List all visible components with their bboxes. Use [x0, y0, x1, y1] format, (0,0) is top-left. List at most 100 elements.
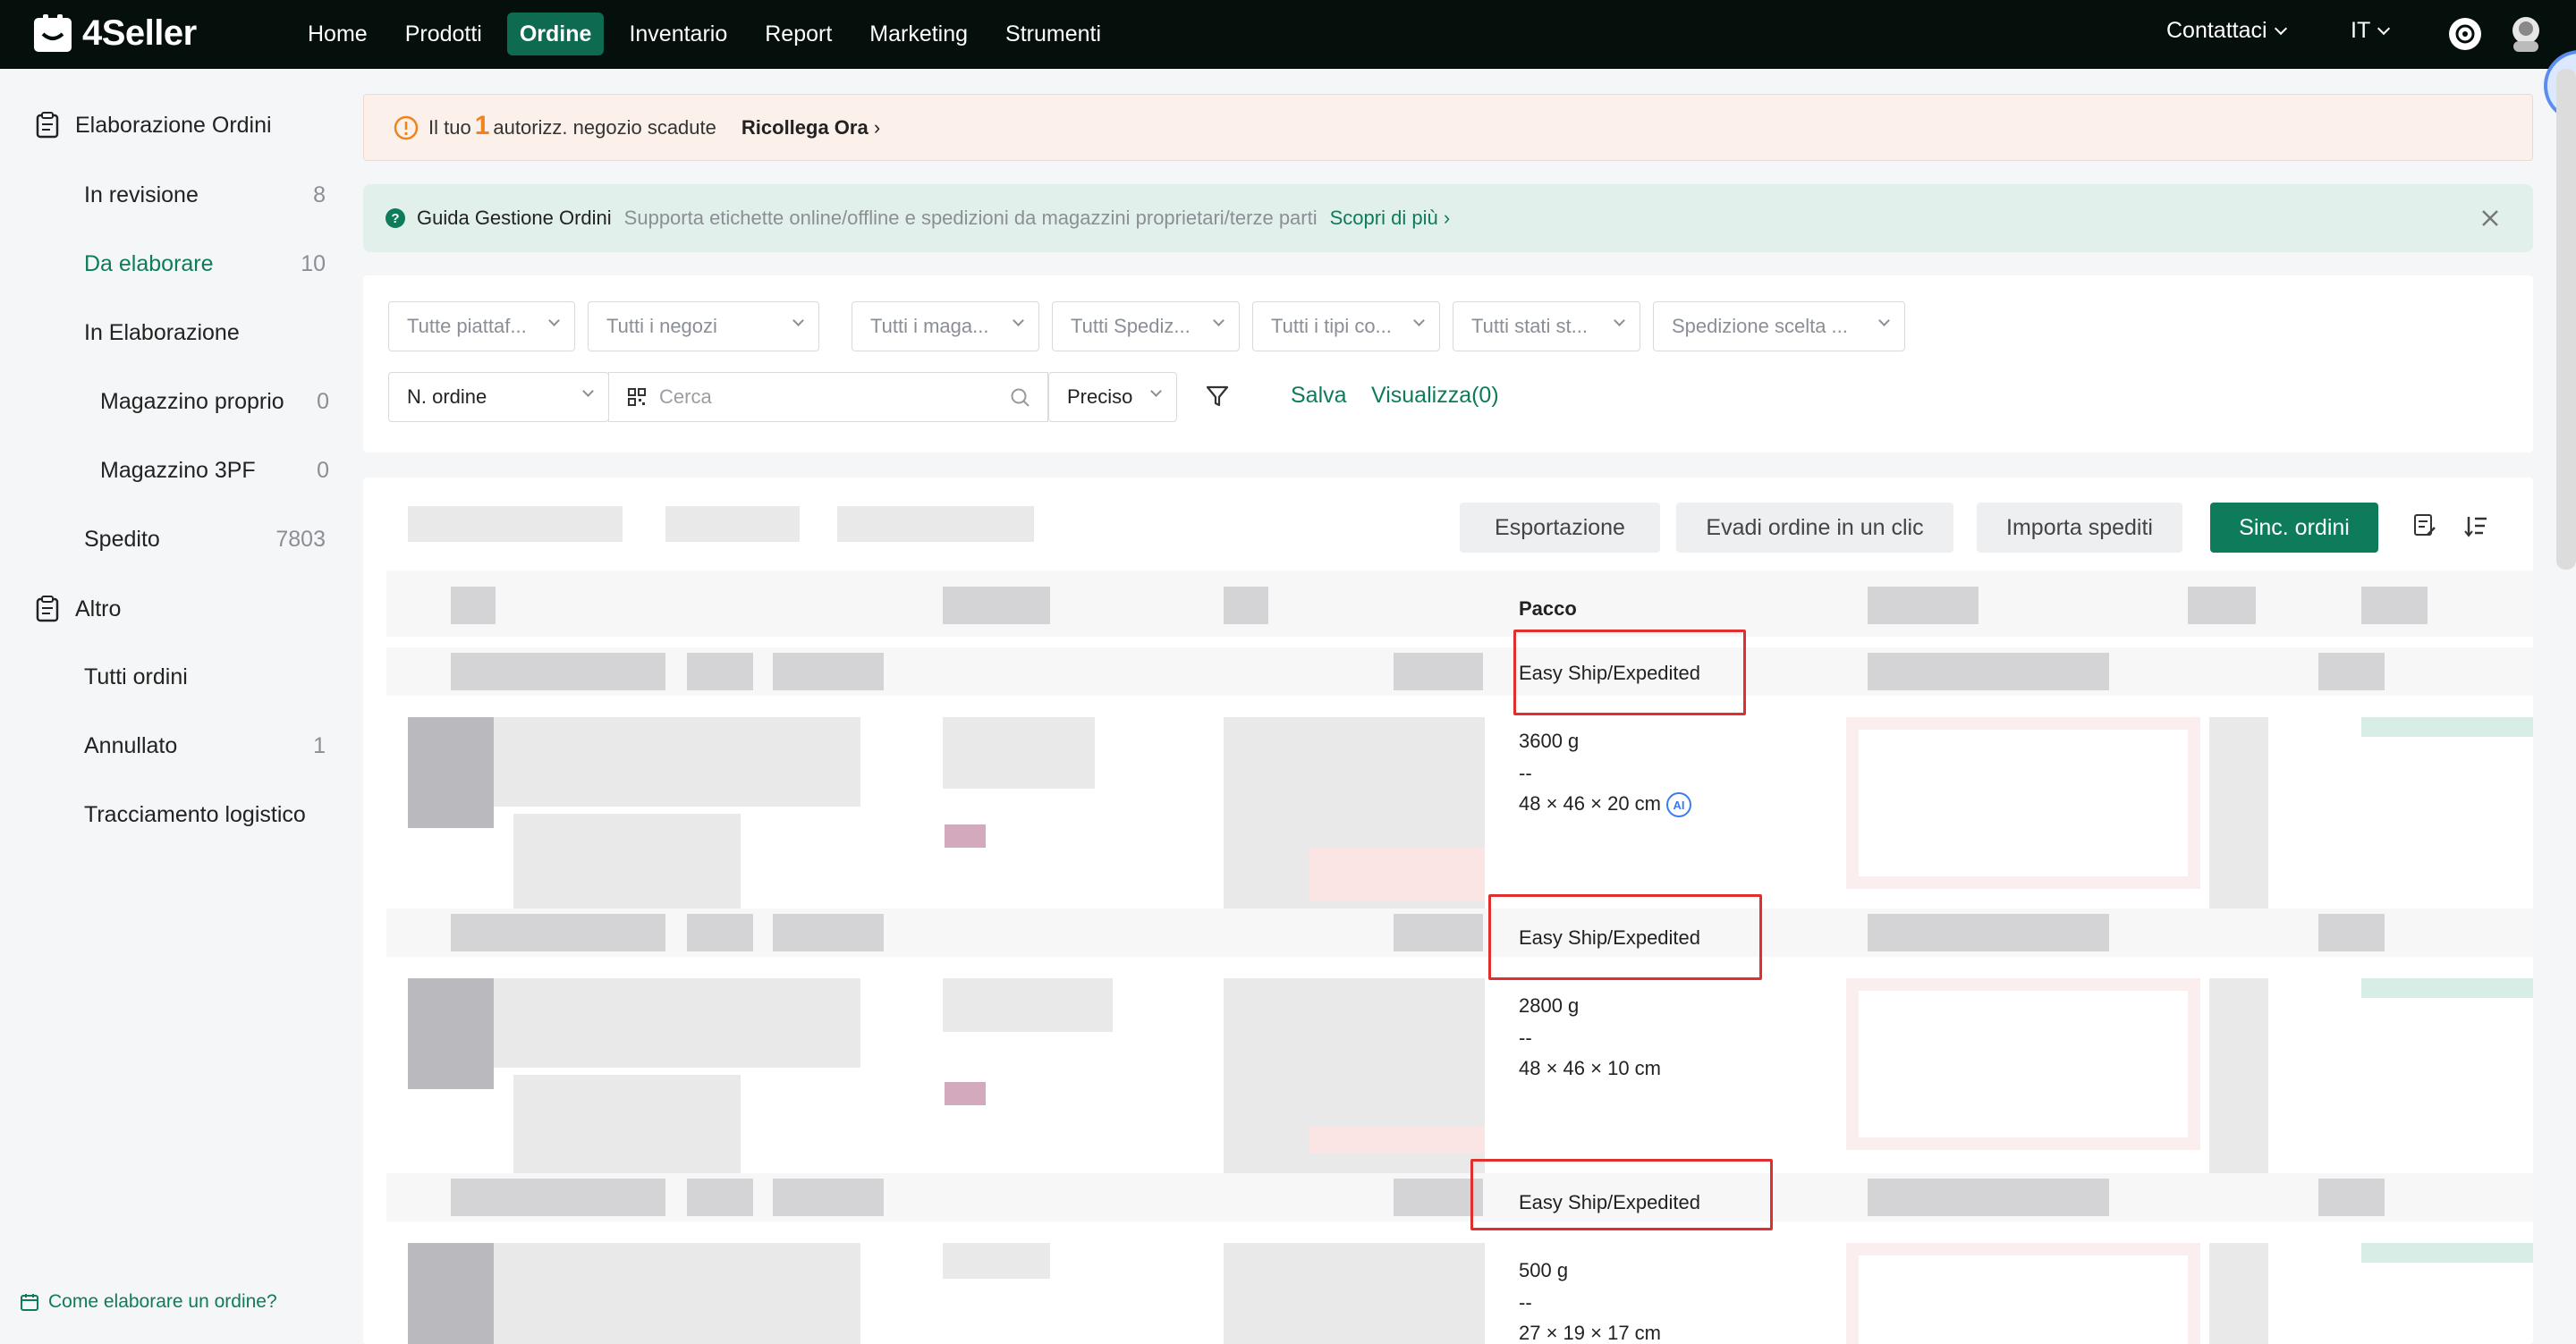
search-placeholder: Cerca [659, 385, 712, 408]
filter-icon[interactable] [1204, 383, 1231, 410]
sidebar-item-magazzino-3pf[interactable]: Magazzino 3PF 0 [100, 458, 329, 484]
package-weight: 3600 g [1519, 730, 1580, 752]
nav-marketing[interactable]: Marketing [857, 13, 980, 55]
sidebar-group-altro: Altro [36, 596, 121, 622]
blurred-content [451, 587, 496, 624]
blurred-content [2361, 1243, 2533, 1263]
blurred-content [2318, 1179, 2385, 1216]
settings-icon[interactable] [2449, 18, 2481, 50]
search-field[interactable]: Cerca [608, 372, 1048, 422]
chevron-down-icon [1013, 315, 1024, 326]
select-value: N. ordine [407, 385, 487, 408]
guide-learn-more-link[interactable]: Scopri di più › [1330, 207, 1451, 230]
nav-strumenti[interactable]: Strumenti [993, 13, 1114, 55]
ai-icon[interactable]: AI [1666, 792, 1691, 818]
blurred-content [408, 506, 623, 542]
sidebar-item-magazzino-proprio[interactable]: Magazzino proprio 0 [100, 389, 329, 415]
contact-dropdown[interactable]: Contattaci [2166, 18, 2287, 44]
nav-home[interactable]: Home [295, 13, 380, 55]
nav-prodotti[interactable]: Prodotti [393, 13, 495, 55]
main-nav: Home Prodotti Ordine Inventario Report M… [295, 13, 1114, 55]
logo[interactable]: 4Seller [32, 11, 197, 55]
platform-filter[interactable]: Tutte piattaf... [388, 301, 575, 351]
select-value: Tutti i maga... [870, 315, 989, 337]
sidebar-item-tutti-ordini[interactable]: Tutti ordini [84, 664, 326, 690]
help-icon: ? [386, 208, 405, 228]
chevron-down-icon [792, 315, 804, 326]
guide-title: Guida Gestione Ordini [417, 207, 612, 229]
store-filter[interactable]: Tutti i negozi [588, 301, 819, 351]
import-shipped-button[interactable]: Importa spediti [1977, 503, 2182, 553]
sort-settings-icon[interactable] [2463, 513, 2488, 538]
nav-inventario[interactable]: Inventario [616, 13, 740, 55]
nav-report[interactable]: Report [752, 13, 844, 55]
status-filter[interactable]: Tutti stati st... [1453, 301, 1640, 351]
sync-orders-button[interactable]: Sinc. ordini [2210, 503, 2378, 553]
expired-auth-alert: Il tuo 1 autorizz. negozio scadute Ricol… [363, 94, 2533, 161]
blurred-content [773, 653, 884, 690]
match-mode-select[interactable]: Preciso [1048, 372, 1177, 422]
blurred-content [494, 1243, 860, 1344]
edit-list-icon[interactable] [2413, 513, 2436, 538]
sidebar-item-in-elaborazione[interactable]: In Elaborazione [84, 320, 326, 346]
blurred-content [945, 1082, 986, 1105]
select-value: Preciso [1067, 385, 1133, 408]
page-scrollbar[interactable] [2556, 69, 2576, 570]
chevron-down-icon [1878, 315, 1890, 326]
blurred-content [945, 824, 986, 848]
nav-ordine[interactable]: Ordine [506, 13, 605, 55]
package-dimensions: 48 × 46 × 20 cm AI [1519, 792, 1691, 818]
shipping-filter[interactable]: Tutti Spediz... [1052, 301, 1240, 351]
blurred-content [2209, 978, 2268, 1180]
chevron-down-icon [2274, 21, 2287, 35]
blurred-content [943, 978, 1113, 1032]
language-label: IT [2351, 18, 2371, 43]
select-value: Spedizione scelta ... [1672, 315, 1848, 337]
sidebar-item-annullato[interactable]: Annullato 1 [84, 733, 326, 759]
save-filter-link[interactable]: Salva [1291, 383, 1347, 409]
sidebar-item-count: 0 [317, 458, 329, 483]
chevron-down-icon [1413, 315, 1425, 326]
calendar-icon [21, 1294, 38, 1311]
help-link[interactable]: Come elaborare un ordine? [20, 1291, 277, 1313]
sidebar-item-spedito[interactable]: Spedito 7803 [84, 527, 326, 553]
chosen-shipping-filter[interactable]: Spedizione scelta ... [1653, 301, 1905, 351]
select-value: Tutti i tipi co... [1271, 315, 1392, 337]
blurred-content [1846, 717, 2200, 889]
blurred-content [687, 914, 753, 951]
close-icon[interactable] [2478, 206, 2503, 231]
chevron-down-icon [2377, 21, 2391, 35]
one-click-fulfill-button[interactable]: Evadi ordine in un clic [1676, 503, 1953, 553]
barcode-scan-icon [628, 388, 646, 406]
blurred-content [494, 717, 860, 807]
chevron-down-icon [1614, 315, 1625, 326]
clipboard-icon [36, 596, 59, 622]
blurred-content [2188, 587, 2256, 624]
blurred-content [1309, 848, 1485, 901]
highlight-box [1488, 894, 1762, 980]
blurred-content [1868, 587, 1979, 624]
search-icon[interactable] [1010, 387, 1031, 409]
type-filter[interactable]: Tutti i tipi co... [1252, 301, 1440, 351]
sidebar-item-in-revisione[interactable]: In revisione 8 [84, 182, 326, 208]
view-filters-link[interactable]: Visualizza(0) [1371, 383, 1499, 409]
avatar[interactable] [2508, 14, 2544, 54]
blurred-content [1224, 587, 1268, 624]
search-type-select[interactable]: N. ordine [388, 372, 609, 422]
chevron-down-icon [582, 385, 594, 397]
language-dropdown[interactable]: IT [2351, 18, 2391, 44]
reconnect-link[interactable]: Ricollega Ora › [741, 116, 880, 139]
warehouse-filter[interactable]: Tutti i maga... [852, 301, 1039, 351]
sidebar-item-da-elaborare[interactable]: Da elaborare 10 [84, 251, 326, 277]
orders-panel: Esportazione Evadi ordine in un clic Imp… [363, 478, 2533, 1344]
highlight-box [1513, 630, 1746, 715]
export-button[interactable]: Esportazione [1460, 503, 1660, 553]
blurred-content [2209, 1243, 2268, 1344]
blurred-content [1394, 653, 1483, 690]
package-weight: 2800 g [1519, 994, 1580, 1017]
package-separator: -- [1519, 1291, 1532, 1314]
blurred-content [943, 717, 1095, 789]
blurred-content [773, 1179, 884, 1216]
sidebar-item-tracciamento[interactable]: Tracciamento logistico [84, 802, 343, 828]
guide-description: Supporta etichette online/offline e sped… [623, 207, 1318, 229]
